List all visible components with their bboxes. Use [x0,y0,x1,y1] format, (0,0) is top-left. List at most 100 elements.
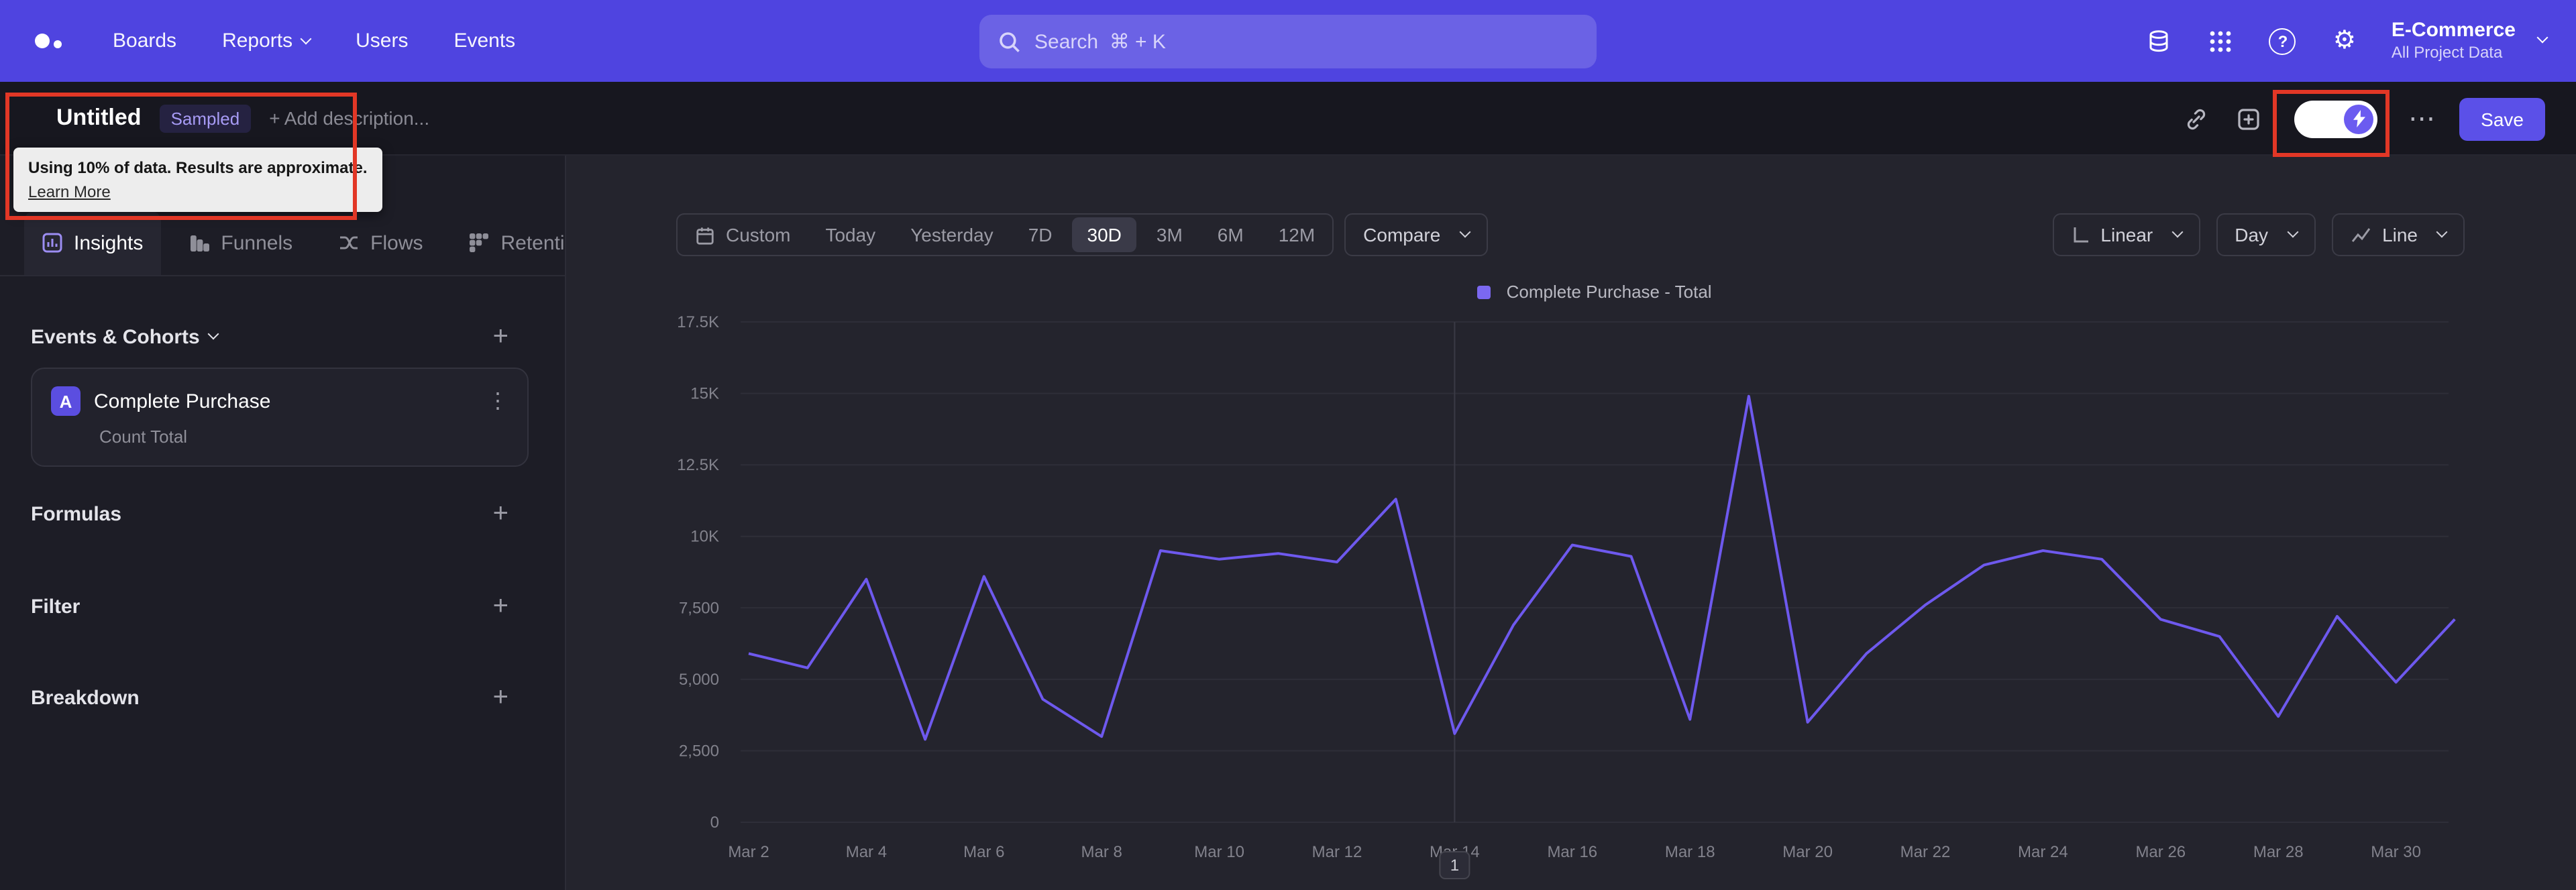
nav-events[interactable]: Events [453,30,515,52]
report-header: Untitled Sampled + Add description... ⋯ … [0,82,2576,156]
top-nav: Boards Reports Users Events ? ⚙ E-Commer… [0,0,2576,82]
primary-nav: Boards Reports Users Events [113,30,515,52]
event-card[interactable]: A Complete Purchase ⋮ Count Total [31,368,529,467]
logo-dot-large [35,34,50,48]
svg-text:5,000: 5,000 [679,671,719,689]
nav-users-label: Users [356,30,409,52]
svg-text:2,500: 2,500 [679,742,719,760]
retention-icon [470,233,489,253]
breakdown-section: Breakdown + [31,680,508,715]
nav-boards-label: Boards [113,30,177,52]
help-icon[interactable]: ? [2268,26,2298,56]
formulas-label: Formulas [31,502,122,525]
chart-panel: Custom Today Yesterday 7D 30D 3M 6M 12M … [565,156,2576,890]
gear-glyph: ⚙ [2332,27,2356,55]
formulas-section: Formulas + [31,496,508,531]
chevron-down-icon [207,328,219,340]
add-breakdown-button[interactable]: + [493,684,508,711]
svg-text:Mar 4: Mar 4 [846,843,887,861]
insights-icon [42,233,62,253]
svg-text:Mar 16: Mar 16 [1547,843,1597,861]
tab-insights[interactable]: Insights [24,211,161,275]
svg-text:15K: 15K [690,385,719,403]
nav-boards[interactable]: Boards [113,30,176,52]
top-nav-right: ? ⚙ E-Commerce All Project Data [2145,0,2548,82]
funnels-icon [190,235,209,252]
report-title-group: Untitled Sampled + Add description... [0,104,429,132]
apps-grid-icon[interactable] [2206,26,2236,56]
add-to-board-icon[interactable] [2234,104,2263,133]
events-cohorts-header: Events & Cohorts + [31,319,508,354]
chevron-down-icon [2536,32,2548,44]
settings-gear-icon[interactable]: ⚙ [2330,26,2359,56]
filter-section: Filter + [31,589,508,624]
svg-text:Mar 26: Mar 26 [2135,843,2186,861]
svg-text:Mar 22: Mar 22 [1900,843,1951,861]
tab-funnels[interactable]: Funnels [171,211,310,275]
svg-text:1: 1 [1450,856,1459,875]
logo-dot-small [54,40,62,48]
event-name[interactable]: Complete Purchase [94,390,270,412]
add-description[interactable]: + Add description... [269,107,429,129]
learn-more-link[interactable]: Learn More [28,182,368,201]
project-selector[interactable]: E-Commerce All Project Data [2392,19,2548,63]
lightning-icon [2344,104,2374,133]
svg-text:Mar 10: Mar 10 [1194,843,1244,861]
report-actions: ⋯ Save [2182,82,2545,156]
tab-funnels-label: Funnels [221,231,293,254]
event-card-row: A Complete Purchase ⋮ [32,369,527,416]
svg-text:Mar 8: Mar 8 [1081,843,1122,861]
event-letter-badge: A [51,386,80,416]
tooltip-text: Using 10% of data. Results are approxima… [28,158,368,177]
svg-text:Mar 30: Mar 30 [2371,843,2421,861]
project-scope: All Project Data [2391,43,2503,62]
svg-text:Mar 12: Mar 12 [1312,843,1362,861]
svg-text:Mar 2: Mar 2 [728,843,769,861]
search-input[interactable] [1034,30,1578,53]
svg-text:Mar 20: Mar 20 [1782,843,1833,861]
breakdown-label: Breakdown [31,686,140,709]
search-icon [1000,32,1020,52]
copy-link-icon[interactable] [2182,104,2211,133]
line-chart[interactable]: 0 2,500 5,000 7,500 10K 12.5K 15K 17.5K Mar 2 Mar… [566,156,2576,890]
report-type-tabs: Insights Funnels Flows Retention [0,211,587,276]
nav-users[interactable]: Users [356,30,408,52]
mixpanel-logo[interactable] [35,34,75,48]
tab-flows[interactable]: Flows [321,211,440,275]
svg-text:10K: 10K [690,528,719,546]
flows-icon [340,236,358,249]
nav-reports[interactable]: Reports [222,30,312,52]
add-formula-button[interactable]: + [493,500,508,527]
sampling-toggle[interactable] [2294,100,2378,137]
nav-events-label: Events [453,30,516,52]
more-menu-icon[interactable]: ⋯ [2408,102,2436,135]
chart-canvas: 0 2,500 5,000 7,500 10K 12.5K 15K 17.5K Mar 2 Mar… [677,313,2456,879]
sampling-toggle-wrap [2273,89,2390,156]
event-options-icon[interactable]: ⋮ [487,388,508,414]
nav-reports-label: Reports [222,30,293,52]
app-window: Boards Reports Users Events ? ⚙ E-Commer… [0,0,2576,890]
save-button[interactable]: Save [2459,97,2545,140]
data-icon[interactable] [2145,26,2174,56]
svg-text:12.5K: 12.5K [677,456,719,474]
chevron-down-icon [300,32,312,44]
global-search[interactable] [979,15,1597,68]
sampled-badge[interactable]: Sampled [160,104,251,132]
svg-text:Mar 6: Mar 6 [963,843,1004,861]
svg-text:Mar 24: Mar 24 [2018,843,2068,861]
help-glyph: ? [2269,27,2296,54]
add-filter-button[interactable]: + [493,593,508,620]
tab-insights-label: Insights [74,231,144,254]
sampling-tooltip: Using 10% of data. Results are approxima… [13,148,382,212]
svg-text:17.5K: 17.5K [677,313,719,331]
svg-text:7,500: 7,500 [679,599,719,617]
event-metric[interactable]: Count Total [32,416,527,447]
events-cohorts-title[interactable]: Events & Cohorts [31,325,219,348]
project-text: E-Commerce All Project Data [2392,19,2516,63]
tab-flows-label: Flows [370,231,423,254]
svg-text:0: 0 [710,814,719,832]
svg-text:Mar 28: Mar 28 [2253,843,2304,861]
add-event-button[interactable]: + [493,323,508,350]
report-title[interactable]: Untitled [56,105,142,131]
query-sidebar: Insights Funnels Flows Retention Events … [0,156,587,890]
